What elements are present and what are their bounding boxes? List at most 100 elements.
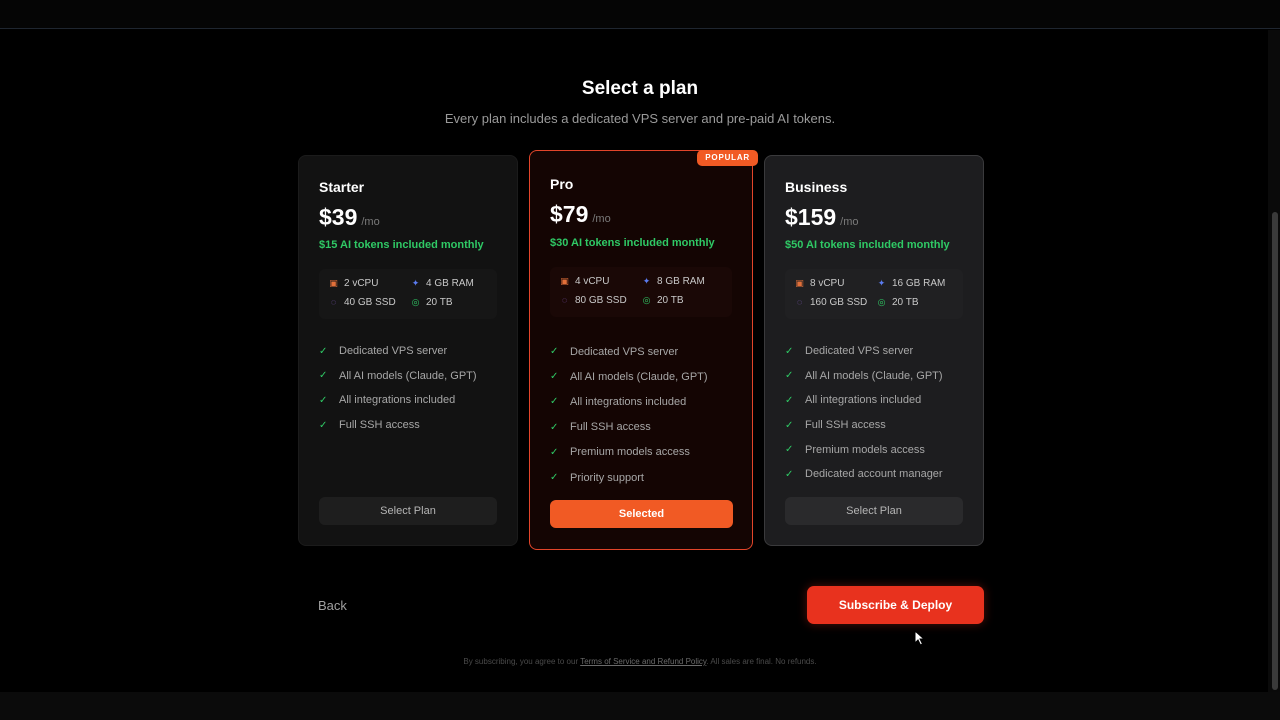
feature-label: Premium models access: [570, 446, 690, 459]
globe-icon: ◎: [411, 297, 420, 307]
spec-ram-label: 16 GB RAM: [892, 278, 946, 289]
list-item: ✓ Full SSH access: [785, 413, 943, 438]
plan-card-pro[interactable]: POPULAR Pro $79 /mo $30 AI tokens includ…: [529, 150, 758, 550]
feature-label: All AI models (Claude, GPT): [570, 370, 708, 383]
tokens-included: $30 AI tokens included monthly: [550, 237, 715, 249]
spec-bandwidth-label: 20 TB: [892, 297, 919, 308]
tokens-included: $15 AI tokens included monthly: [319, 239, 484, 251]
check-icon: ✓: [550, 371, 559, 383]
list-item: ✓ All AI models (Claude, GPT): [550, 364, 708, 389]
list-item: ✓ Full SSH access: [550, 415, 708, 440]
spec-ssd-label: 160 GB SSD: [810, 297, 868, 308]
cpu-icon: ▣: [795, 278, 804, 288]
cpu-icon: ▣: [329, 278, 338, 288]
spec-bandwidth: ◎ 20 TB: [877, 297, 919, 308]
legal-notice: By subscribing, you agree to our Terms o…: [0, 657, 1280, 666]
spec-ssd: ◌ 40 GB SSD: [329, 297, 396, 308]
spec-ram-label: 8 GB RAM: [657, 276, 705, 287]
select-plan-button-starter[interactable]: Select Plan: [319, 497, 497, 525]
cpu-icon: ▣: [560, 276, 569, 286]
plan-name: Business: [785, 179, 848, 195]
feature-label: Dedicated VPS server: [805, 345, 914, 358]
list-item: ✓ All AI models (Claude, GPT): [319, 364, 477, 389]
tokens-included: $50 AI tokens included monthly: [785, 239, 950, 251]
bottom-strip: [0, 692, 1280, 720]
disk-icon: ◌: [561, 295, 568, 305]
back-link[interactable]: Back: [318, 598, 347, 613]
spec-cpu: ▣ 2 vCPU: [329, 278, 378, 289]
list-item: ✓ Dedicated VPS server: [550, 339, 708, 364]
legal-prefix: By subscribing, you agree to our: [463, 657, 579, 666]
page-subtitle: Every plan includes a dedicated VPS serv…: [444, 111, 836, 126]
spec-cpu-label: 8 vCPU: [810, 278, 845, 289]
list-item: ✓ Priority support: [550, 465, 708, 490]
price-row: $159 /mo: [785, 204, 859, 231]
plan-price: $159: [785, 204, 837, 230]
spec-ssd: ◌ 160 GB SSD: [795, 297, 867, 308]
price-row: $39 /mo: [319, 204, 380, 231]
spec-ssd-label: 80 GB SSD: [575, 295, 627, 306]
disk-icon: ◌: [330, 297, 337, 307]
check-icon: ✓: [319, 419, 328, 431]
feature-label: Premium models access: [805, 443, 925, 456]
list-item: ✓ All integrations included: [785, 388, 943, 413]
list-item: ✓ Premium models access: [785, 437, 943, 462]
check-icon: ✓: [550, 446, 559, 458]
plan-card-business[interactable]: Business $159 /mo $50 AI tokens included…: [764, 155, 984, 546]
list-item: ✓ Dedicated account manager: [785, 462, 943, 487]
feature-label: Full SSH access: [570, 421, 651, 434]
popular-badge: POPULAR: [697, 150, 758, 166]
check-icon: ✓: [550, 472, 559, 484]
check-icon: ✓: [785, 345, 794, 357]
spec-ram: ✦ 8 GB RAM: [642, 276, 705, 287]
disk-icon: ◌: [796, 297, 803, 307]
spec-bandwidth-label: 20 TB: [426, 297, 453, 308]
terms-link[interactable]: Terms of Service and Refund Policy: [580, 657, 706, 666]
feature-label: All integrations included: [805, 394, 922, 407]
check-icon: ✓: [550, 396, 559, 408]
scrollbar-thumb[interactable]: [1272, 212, 1278, 690]
page-title: Select a plan: [581, 78, 699, 99]
spec-ram: ✦ 16 GB RAM: [877, 278, 946, 289]
spec-ram-label: 4 GB RAM: [426, 278, 474, 289]
top-bar: [0, 0, 1280, 29]
spec-ram: ✦ 4 GB RAM: [411, 278, 474, 289]
price-period: /mo: [361, 216, 380, 228]
feature-label: All AI models (Claude, GPT): [339, 369, 477, 382]
globe-icon: ◎: [642, 295, 651, 305]
feature-label: Full SSH access: [339, 419, 420, 432]
list-item: ✓ All integrations included: [550, 389, 708, 414]
check-icon: ✓: [550, 346, 559, 358]
check-icon: ✓: [550, 421, 559, 433]
spec-cpu: ▣ 8 vCPU: [795, 278, 844, 289]
specs-box: ▣ 8 vCPU ✦ 16 GB RAM ◌ 160 GB SSD ◎ 20 TB: [785, 269, 963, 319]
check-icon: ✓: [785, 419, 794, 431]
selected-plan-button-pro[interactable]: Selected: [550, 500, 733, 528]
feature-label: Priority support: [570, 471, 644, 484]
spec-ssd: ◌ 80 GB SSD: [560, 295, 627, 306]
price-row: $79 /mo: [550, 201, 611, 228]
feature-label: Dedicated account manager: [805, 468, 943, 481]
memory-icon: ✦: [877, 278, 886, 288]
select-plan-button-business[interactable]: Select Plan: [785, 497, 963, 525]
spec-bandwidth: ◎ 20 TB: [411, 297, 453, 308]
check-icon: ✓: [785, 468, 794, 480]
plan-name: Starter: [319, 179, 365, 195]
feature-label: Dedicated VPS server: [570, 345, 679, 358]
plan-price: $39: [319, 204, 358, 230]
plan-card-starter[interactable]: Starter $39 /mo $15 AI tokens included m…: [298, 155, 518, 546]
check-icon: ✓: [319, 370, 328, 382]
plan-name: Pro: [550, 176, 574, 192]
spec-bandwidth-label: 20 TB: [657, 295, 684, 306]
list-item: ✓ Dedicated VPS server: [319, 339, 477, 364]
mouse-cursor-icon: [914, 630, 926, 646]
list-item: ✓ Full SSH access: [319, 413, 477, 438]
price-period: /mo: [840, 216, 859, 228]
feature-list: ✓ Dedicated VPS server ✓ All AI models (Cl…: [785, 339, 943, 487]
price-period: /mo: [592, 213, 611, 225]
list-item: ✓ Premium models access: [550, 440, 708, 465]
spec-cpu: ▣ 4 vCPU: [560, 276, 609, 287]
subscribe-deploy-button[interactable]: Subscribe & Deploy: [807, 586, 984, 624]
memory-icon: ✦: [642, 276, 651, 286]
check-icon: ✓: [319, 345, 328, 357]
